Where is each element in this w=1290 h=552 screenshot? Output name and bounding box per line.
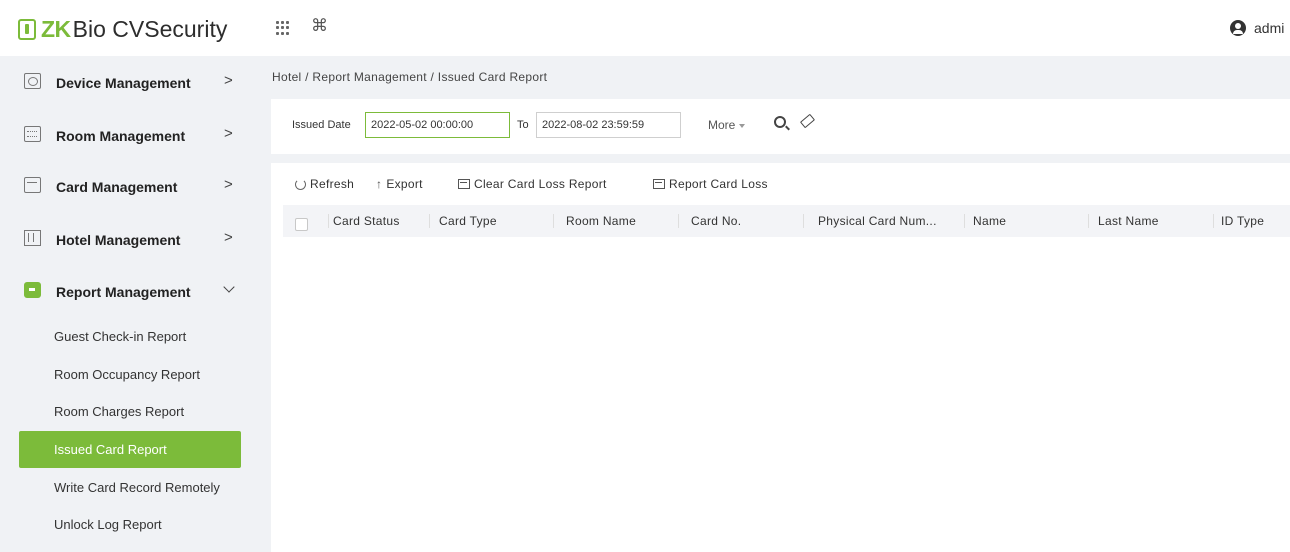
filter-panel: Issued Date To More (271, 99, 1290, 154)
report-card-loss-label: Report Card Loss (669, 177, 768, 191)
column-card-status[interactable]: Card Status (333, 214, 400, 228)
user-name: admi (1254, 20, 1285, 36)
to-label: To (517, 119, 529, 131)
app-logo[interactable]: ZK Bio CVSecurity (18, 15, 227, 43)
column-card-no[interactable]: Card No. (691, 214, 741, 228)
grid-apps-icon[interactable] (276, 21, 290, 35)
column-separator (964, 214, 965, 228)
upload-arrow-icon: ↑ (376, 177, 383, 191)
issued-date-label: Issued Date (292, 119, 351, 131)
chevron-right-icon: > (224, 176, 233, 193)
submenu-room-occupancy-report[interactable]: Room Occupancy Report (19, 356, 241, 393)
chevron-down-icon (223, 281, 235, 293)
export-label: Export (386, 177, 423, 191)
card-report-icon (653, 179, 665, 189)
export-button[interactable]: ↑ Export (376, 177, 423, 191)
column-separator (1088, 214, 1089, 228)
submenu-room-charges-report[interactable]: Room Charges Report (19, 393, 241, 430)
chevron-right-icon: > (224, 229, 233, 246)
report-icon (24, 282, 41, 298)
hotel-icon (24, 230, 41, 246)
clear-filter-icon[interactable] (799, 113, 816, 129)
column-room-name[interactable]: Room Name (566, 214, 636, 228)
breadcrumb: Hotel / Report Management / Issued Card … (272, 70, 548, 84)
submenu-unlock-log-report[interactable]: Unlock Log Report (19, 506, 241, 543)
command-icon[interactable]: ⌘ (311, 16, 328, 36)
column-id-type[interactable]: ID Type (1221, 214, 1264, 228)
refresh-button[interactable]: Refresh (295, 177, 354, 191)
report-card-loss-button[interactable]: Report Card Loss (653, 177, 768, 191)
column-physical-card-num[interactable]: Physical Card Num... (818, 214, 937, 228)
sidebar-item-label: Hotel Management (56, 232, 181, 248)
submenu-label: Unlock Log Report (54, 517, 162, 532)
clear-card-loss-label: Clear Card Loss Report (474, 177, 607, 191)
main-content: Hotel / Report Management / Issued Card … (259, 56, 1290, 552)
column-separator (1213, 214, 1214, 228)
user-menu[interactable]: admi (1230, 20, 1284, 36)
logo-product: Bio CVSecurity (72, 15, 228, 42)
search-icon[interactable] (774, 116, 786, 128)
submenu-label: Guest Check-in Report (54, 329, 187, 344)
table-header: Card Status Card Type Room Name Card No.… (283, 205, 1290, 237)
toolbar: Refresh ↑ Export Clear Card Loss Report … (271, 163, 1290, 199)
refresh-label: Refresh (310, 177, 355, 191)
submenu-label: Room Charges Report (54, 404, 185, 419)
logo-badge-icon (18, 18, 36, 40)
column-name[interactable]: Name (973, 214, 1006, 228)
column-separator (553, 214, 554, 228)
chevron-right-icon: > (224, 72, 233, 89)
submenu-label: Write Card Record Remotely (54, 480, 220, 495)
sidebar: Device Management > Room Management > Ca… (0, 56, 259, 552)
refresh-icon (295, 178, 306, 190)
issued-date-to-input[interactable] (536, 112, 681, 138)
sidebar-item-report-management[interactable]: Report Management (0, 271, 259, 311)
sidebar-item-label: Report Management (56, 284, 191, 300)
clear-card-loss-button[interactable]: Clear Card Loss Report (458, 177, 607, 191)
chevron-right-icon: > (224, 125, 233, 142)
column-last-name[interactable]: Last Name (1098, 214, 1159, 228)
sidebar-item-label: Room Management (56, 128, 186, 144)
submenu-label: Room Occupancy Report (54, 367, 200, 382)
select-all-checkbox[interactable] (295, 218, 308, 231)
sidebar-item-label: Device Management (56, 75, 191, 91)
logo-brand: ZK (41, 15, 71, 42)
sidebar-item-label: Card Management (56, 179, 178, 195)
sidebar-item-card-management[interactable]: Card Management > (0, 166, 259, 206)
room-icon (24, 126, 41, 142)
column-separator (678, 214, 679, 228)
submenu-write-card-record-remotely[interactable]: Write Card Record Remotely (19, 469, 241, 506)
submenu-label: Issued Card Report (54, 442, 167, 457)
column-card-type[interactable]: Card Type (439, 214, 497, 228)
card-clear-icon (458, 179, 470, 189)
submenu-issued-card-report[interactable]: Issued Card Report (19, 431, 241, 468)
top-bar: ZK Bio CVSecurity ⌘ admi (0, 0, 1290, 56)
user-icon (1230, 20, 1246, 36)
sidebar-item-device-management[interactable]: Device Management > (0, 62, 259, 102)
submenu-guest-check-in-report[interactable]: Guest Check-in Report (19, 318, 241, 355)
column-separator (328, 214, 329, 228)
column-separator (429, 214, 430, 228)
content-panel: Refresh ↑ Export Clear Card Loss Report … (271, 163, 1290, 552)
device-icon (24, 73, 41, 89)
sidebar-item-hotel-management[interactable]: Hotel Management > (0, 219, 259, 259)
card-icon (24, 177, 41, 193)
column-separator (803, 214, 804, 228)
more-filters-button[interactable]: More (708, 118, 745, 132)
issued-date-from-input[interactable] (365, 112, 510, 138)
sidebar-item-room-management[interactable]: Room Management > (0, 115, 259, 155)
